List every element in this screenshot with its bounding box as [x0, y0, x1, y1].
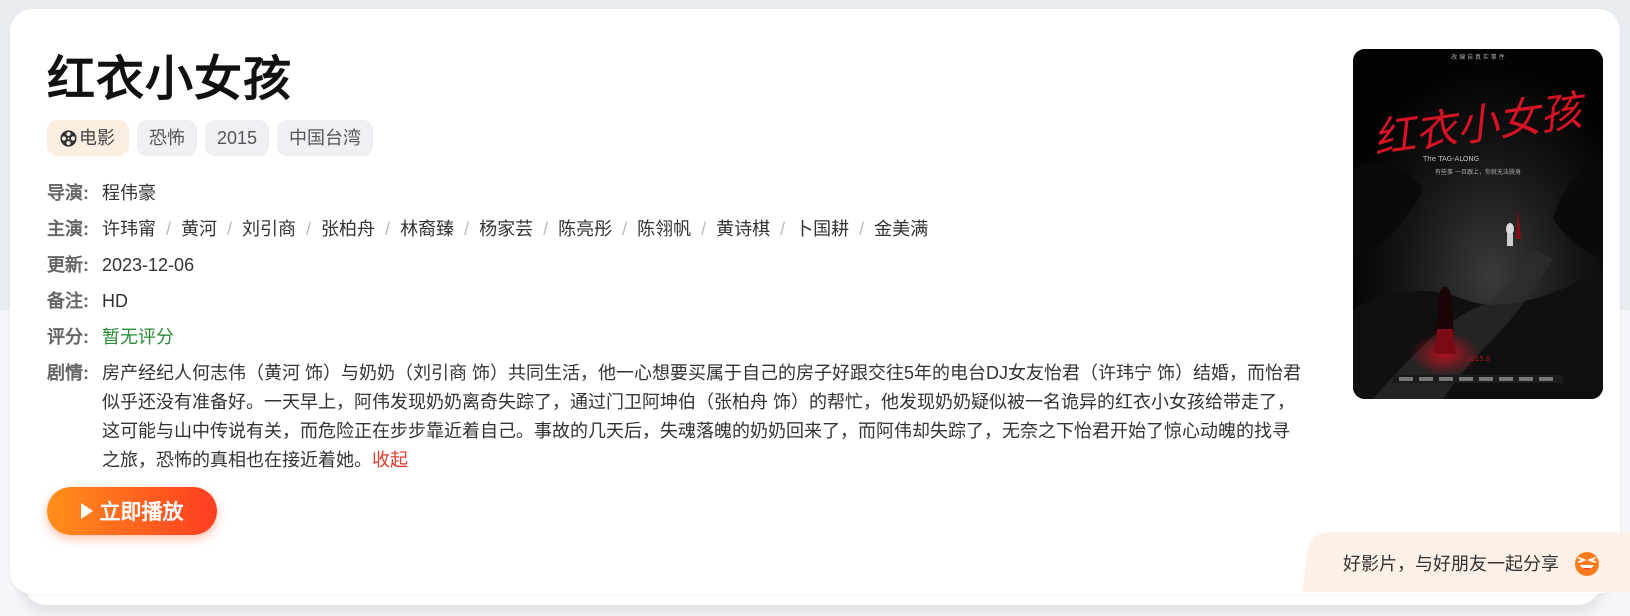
actor-separator: /: [622, 219, 628, 239]
director-value[interactable]: 程伟豪: [102, 181, 1307, 206]
actor-link[interactable]: 卜国耕: [795, 219, 849, 239]
note-value: HD: [102, 291, 128, 311]
play-icon: [80, 503, 93, 519]
actors-list: 许玮甯 / 黄河 / 刘引商 / 张柏舟 / 林裔臻 / 杨家芸 / 陈亮彤 / 陈翎帆 / 黄诗棋 / 卜国耕 / 金…: [102, 217, 1307, 242]
actor-separator: /: [701, 219, 707, 239]
actor-link[interactable]: 刘引商: [242, 219, 296, 239]
actor-link[interactable]: 金美满: [874, 219, 928, 239]
director-row: 导演: 程伟豪: [47, 181, 1307, 206]
plot-row: 剧情: 房产经纪人何志伟（黄河 饰）与奶奶（刘引商 饰）共同生活，他一心想要买属…: [47, 359, 1307, 475]
actor-link[interactable]: 林裔臻: [400, 219, 454, 239]
laughing-face-icon: [1575, 551, 1599, 576]
movie-poster[interactable]: 改 编 自 真 实 事 件 红衣小女孩 The TAG-ALONG 有些事 一旦…: [1353, 49, 1603, 399]
actor-separator: /: [859, 219, 865, 239]
actor-separator: /: [166, 219, 172, 239]
movie-detail-card: 红衣小女孩 电影 恐怖 2015 中国台湾 导演: 程伟豪 主演: 许玮甯 / 黄河…: [10, 9, 1620, 594]
actor-link[interactable]: 杨家芸: [479, 219, 533, 239]
poster-image: 改 编 自 真 实 事 件 红衣小女孩 The TAG-ALONG 有些事 一旦…: [1353, 49, 1603, 399]
actor-link[interactable]: 黄诗棋: [716, 219, 770, 239]
actor-link[interactable]: 陈亮彤: [558, 219, 612, 239]
tag-list: 电影 恐怖 2015 中国台湾: [47, 120, 374, 156]
plot-text: 房产经纪人何志伟（黄河 饰）与奶奶（刘引商 饰）共同生活，他一心想要买属于自己的…: [102, 363, 1302, 470]
update-row: 更新: 2023-12-06: [47, 253, 1307, 278]
actor-separator: /: [464, 219, 470, 239]
svg-text:有些事 一旦跟上，你就无法脱身: 有些事 一旦跟上，你就无法脱身: [1435, 168, 1521, 176]
director-label: 导演:: [47, 183, 89, 203]
poster-year: 2015.8: [1466, 355, 1491, 363]
actor-link[interactable]: 张柏舟: [321, 219, 375, 239]
actor-separator: /: [780, 219, 786, 239]
share-text: 好影片，与好朋友一起分享: [1343, 553, 1559, 574]
film-reel-icon: [60, 129, 77, 147]
actors-row: 主演: 许玮甯 / 黄河 / 刘引商 / 张柏舟 / 林裔臻 / 杨家芸 / 陈亮彤 / 陈翎帆 / 黄诗棋 / 卜…: [47, 217, 1307, 242]
update-value: 2023-12-06: [102, 255, 195, 275]
svg-text:改 编 自 真 实 事 件: 改 编 自 真 实 事 件: [1451, 53, 1504, 61]
actor-link[interactable]: 许玮甯: [102, 219, 156, 239]
note-row: 备注: HD: [47, 289, 1307, 314]
actor-link[interactable]: 陈翎帆: [637, 219, 691, 239]
tag-region[interactable]: 中国台湾: [277, 120, 374, 156]
tag-type-label: 电影: [79, 128, 115, 148]
actor-link[interactable]: 黄河: [181, 219, 217, 239]
update-label: 更新:: [47, 255, 89, 275]
tag-type[interactable]: 电影: [47, 120, 129, 156]
info-list: 导演: 程伟豪 主演: 许玮甯 / 黄河 / 刘引商 / 张柏舟 / 林裔臻 / 杨家芸 / 陈亮彤 / 陈…: [47, 181, 1307, 486]
movie-title: 红衣小女孩: [47, 51, 293, 107]
tag-genre[interactable]: 恐怖: [137, 120, 197, 156]
actor-separator: /: [385, 219, 391, 239]
score-row: 评分: 暂无评分: [47, 325, 1307, 350]
score-value: 暂无评分: [102, 327, 174, 347]
play-now-label: 立即播放: [99, 500, 184, 524]
actors-label: 主演:: [47, 219, 89, 239]
actor-separator: /: [543, 219, 549, 239]
collapse-link[interactable]: 收起: [372, 450, 408, 470]
plot-label: 剧情:: [47, 363, 89, 383]
score-label: 评分:: [47, 327, 89, 347]
tag-year[interactable]: 2015: [205, 120, 270, 156]
actor-separator: /: [306, 219, 312, 239]
plot-value: 房产经纪人何志伟（黄河 饰）与奶奶（刘引商 饰）共同生活，他一心想要买属于自己的…: [102, 359, 1307, 475]
share-banner[interactable]: 好影片，与好朋友一起分享: [1343, 540, 1601, 585]
actor-separator: /: [227, 219, 233, 239]
poster-subtitle: The TAG-ALONG: [1422, 155, 1479, 163]
note-label: 备注:: [47, 291, 89, 311]
play-now-button[interactable]: 立即播放: [47, 487, 217, 535]
